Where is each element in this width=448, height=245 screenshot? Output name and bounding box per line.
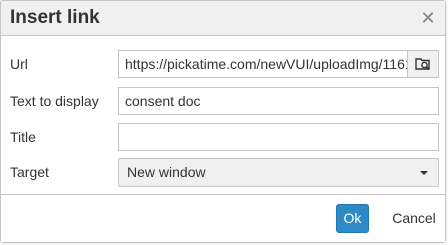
target-label: Target xyxy=(10,164,49,180)
browse-button[interactable] xyxy=(408,50,439,78)
text-to-display-label: Text to display xyxy=(10,93,99,109)
title-input[interactable] xyxy=(118,123,439,151)
url-label: Url xyxy=(10,56,28,72)
text-to-display-row: Text to display consent doc xyxy=(1,87,445,115)
dialog-title: Insert link xyxy=(10,7,100,28)
chevron-down-icon xyxy=(420,171,428,175)
title-label: Title xyxy=(10,129,36,145)
close-icon[interactable]: ✕ xyxy=(417,7,439,29)
dialog-footer: Ok Cancel xyxy=(1,194,445,242)
url-row: Url https://pickatime.com/newVUI/uploadI… xyxy=(1,50,445,78)
target-select-value: New window xyxy=(127,164,206,180)
title-row: Title xyxy=(1,123,445,151)
dialog-header: Insert link ✕ xyxy=(1,1,445,36)
cancel-button[interactable]: Cancel xyxy=(386,204,442,233)
ok-button[interactable]: Ok xyxy=(336,204,369,233)
url-input[interactable]: https://pickatime.com/newVUI/uploadImg/1… xyxy=(118,50,408,78)
target-select[interactable]: New window xyxy=(118,158,439,187)
insert-link-dialog: Insert link ✕ Url https://pickatime.com/… xyxy=(0,0,446,243)
target-row: Target New window xyxy=(1,158,445,187)
text-to-display-input[interactable]: consent doc xyxy=(118,87,439,115)
folder-search-icon xyxy=(415,58,430,71)
